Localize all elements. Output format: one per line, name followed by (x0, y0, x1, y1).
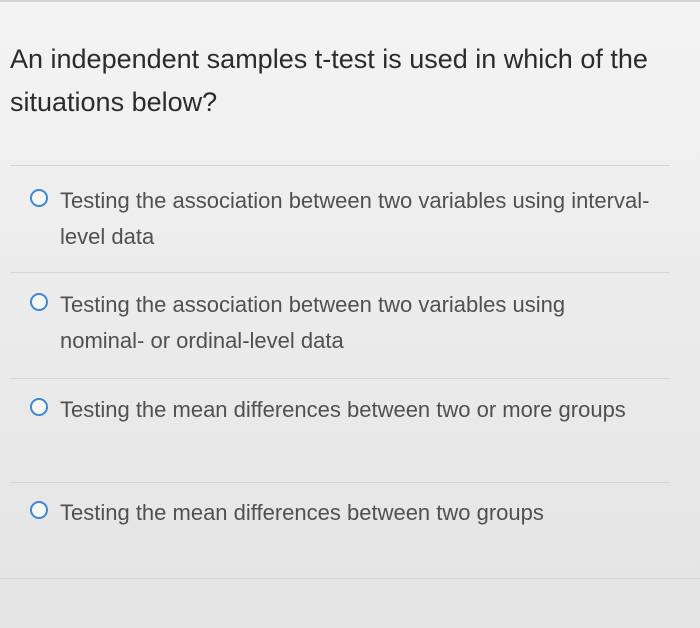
answer-option-1[interactable]: Testing the association between two vari… (30, 183, 650, 255)
divider (10, 272, 670, 273)
answer-option-label: Testing the mean differences between two… (60, 500, 544, 525)
answer-option-4[interactable]: Testing the mean differences between two… (30, 495, 650, 531)
radio-button-icon[interactable] (30, 189, 48, 207)
answer-option-label: Testing the association between two vari… (60, 188, 650, 249)
top-border (0, 0, 700, 2)
quiz-question-panel: An independent samples t-test is used in… (0, 0, 700, 628)
radio-button-icon[interactable] (30, 398, 48, 416)
divider (10, 482, 670, 483)
divider (10, 378, 670, 379)
answer-option-2[interactable]: Testing the association between two vari… (30, 287, 650, 359)
answer-option-label: Testing the mean differences between two… (60, 397, 626, 422)
radio-button-icon[interactable] (30, 293, 48, 311)
answer-option-label: Testing the association between two vari… (60, 292, 566, 353)
question-text: An independent samples t-test is used in… (10, 44, 648, 117)
answer-option-3[interactable]: Testing the mean differences between two… (30, 392, 650, 428)
divider (10, 165, 670, 166)
radio-button-icon[interactable] (30, 501, 48, 519)
bottom-divider (0, 578, 700, 579)
